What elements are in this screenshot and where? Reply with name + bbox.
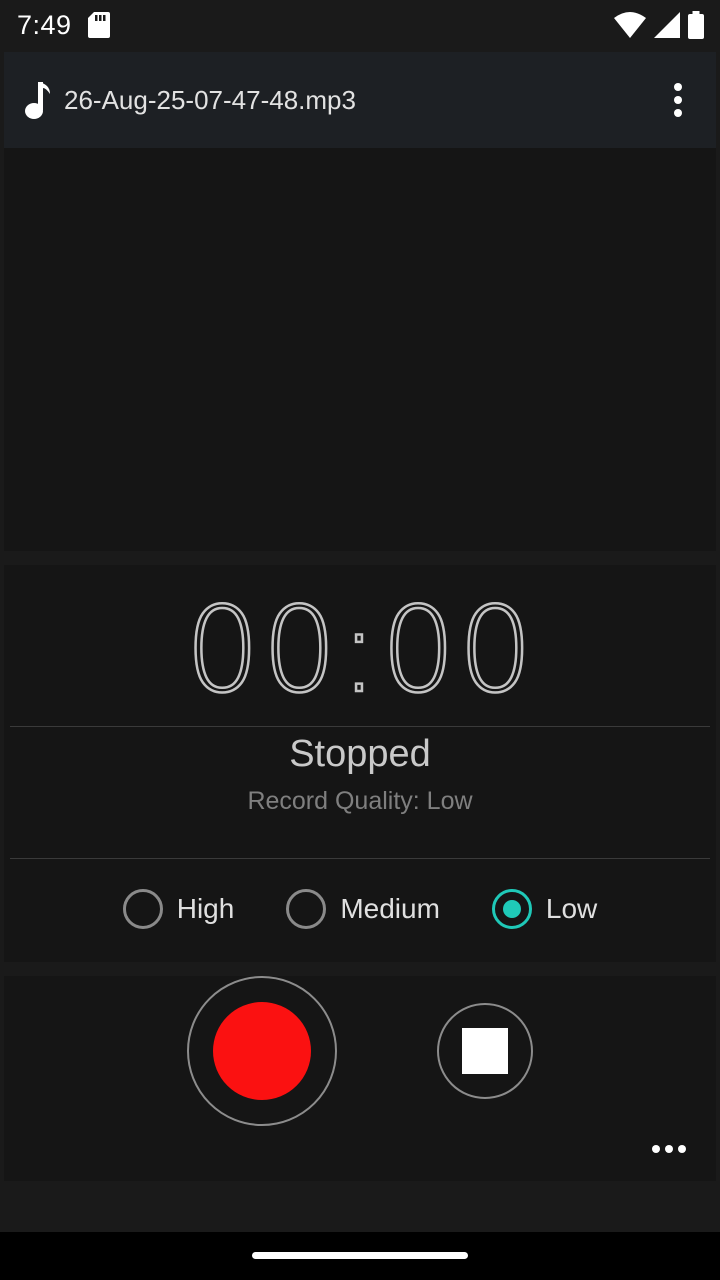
record-button[interactable] xyxy=(187,976,337,1126)
quality-option-high[interactable]: High xyxy=(122,889,235,929)
quality-option-low[interactable]: Low xyxy=(491,889,598,929)
screen: 7:49 26-Aug-25-07-47-48.mp3 00:00 Stoppe… xyxy=(0,0,720,1280)
status-time: 7:49 xyxy=(17,9,72,40)
home-handle[interactable] xyxy=(252,1252,468,1259)
waveform-area xyxy=(4,148,716,551)
wifi-icon xyxy=(614,12,646,38)
sd-card-icon xyxy=(87,12,110,38)
recording-timer: 00:00 xyxy=(184,580,536,721)
battery-icon xyxy=(688,11,704,39)
file-header[interactable]: 26-Aug-25-07-47-48.mp3 xyxy=(4,52,716,148)
radio-label-medium: Medium xyxy=(340,893,440,924)
divider xyxy=(10,858,710,859)
controls-panel xyxy=(4,976,716,1181)
divider xyxy=(10,726,710,727)
stop-button[interactable] xyxy=(437,1003,533,1099)
quality-option-medium[interactable]: Medium xyxy=(286,889,440,929)
record-quality-label: Record Quality: Low xyxy=(247,787,473,815)
radio-label-low: Low xyxy=(545,893,598,924)
signal-icon xyxy=(654,12,680,38)
timer-panel: 00:00 Stopped Record Quality: Low High M… xyxy=(4,565,716,962)
more-horiz-icon[interactable] xyxy=(644,1134,694,1164)
music-note-icon xyxy=(22,80,52,120)
record-icon xyxy=(213,1002,311,1100)
more-vert-icon[interactable] xyxy=(658,70,698,130)
radio-label-high: High xyxy=(176,893,235,924)
stop-icon xyxy=(462,1028,508,1074)
radio-high[interactable] xyxy=(122,889,163,929)
radio-medium[interactable] xyxy=(286,889,327,929)
recording-status: Stopped xyxy=(289,733,431,775)
quality-radio-group: High Medium Low xyxy=(4,883,716,935)
file-name: 26-Aug-25-07-47-48.mp3 xyxy=(64,84,356,115)
status-bar: 7:49 xyxy=(0,0,720,50)
navigation-bar xyxy=(0,1232,720,1280)
radio-low[interactable] xyxy=(491,889,532,929)
